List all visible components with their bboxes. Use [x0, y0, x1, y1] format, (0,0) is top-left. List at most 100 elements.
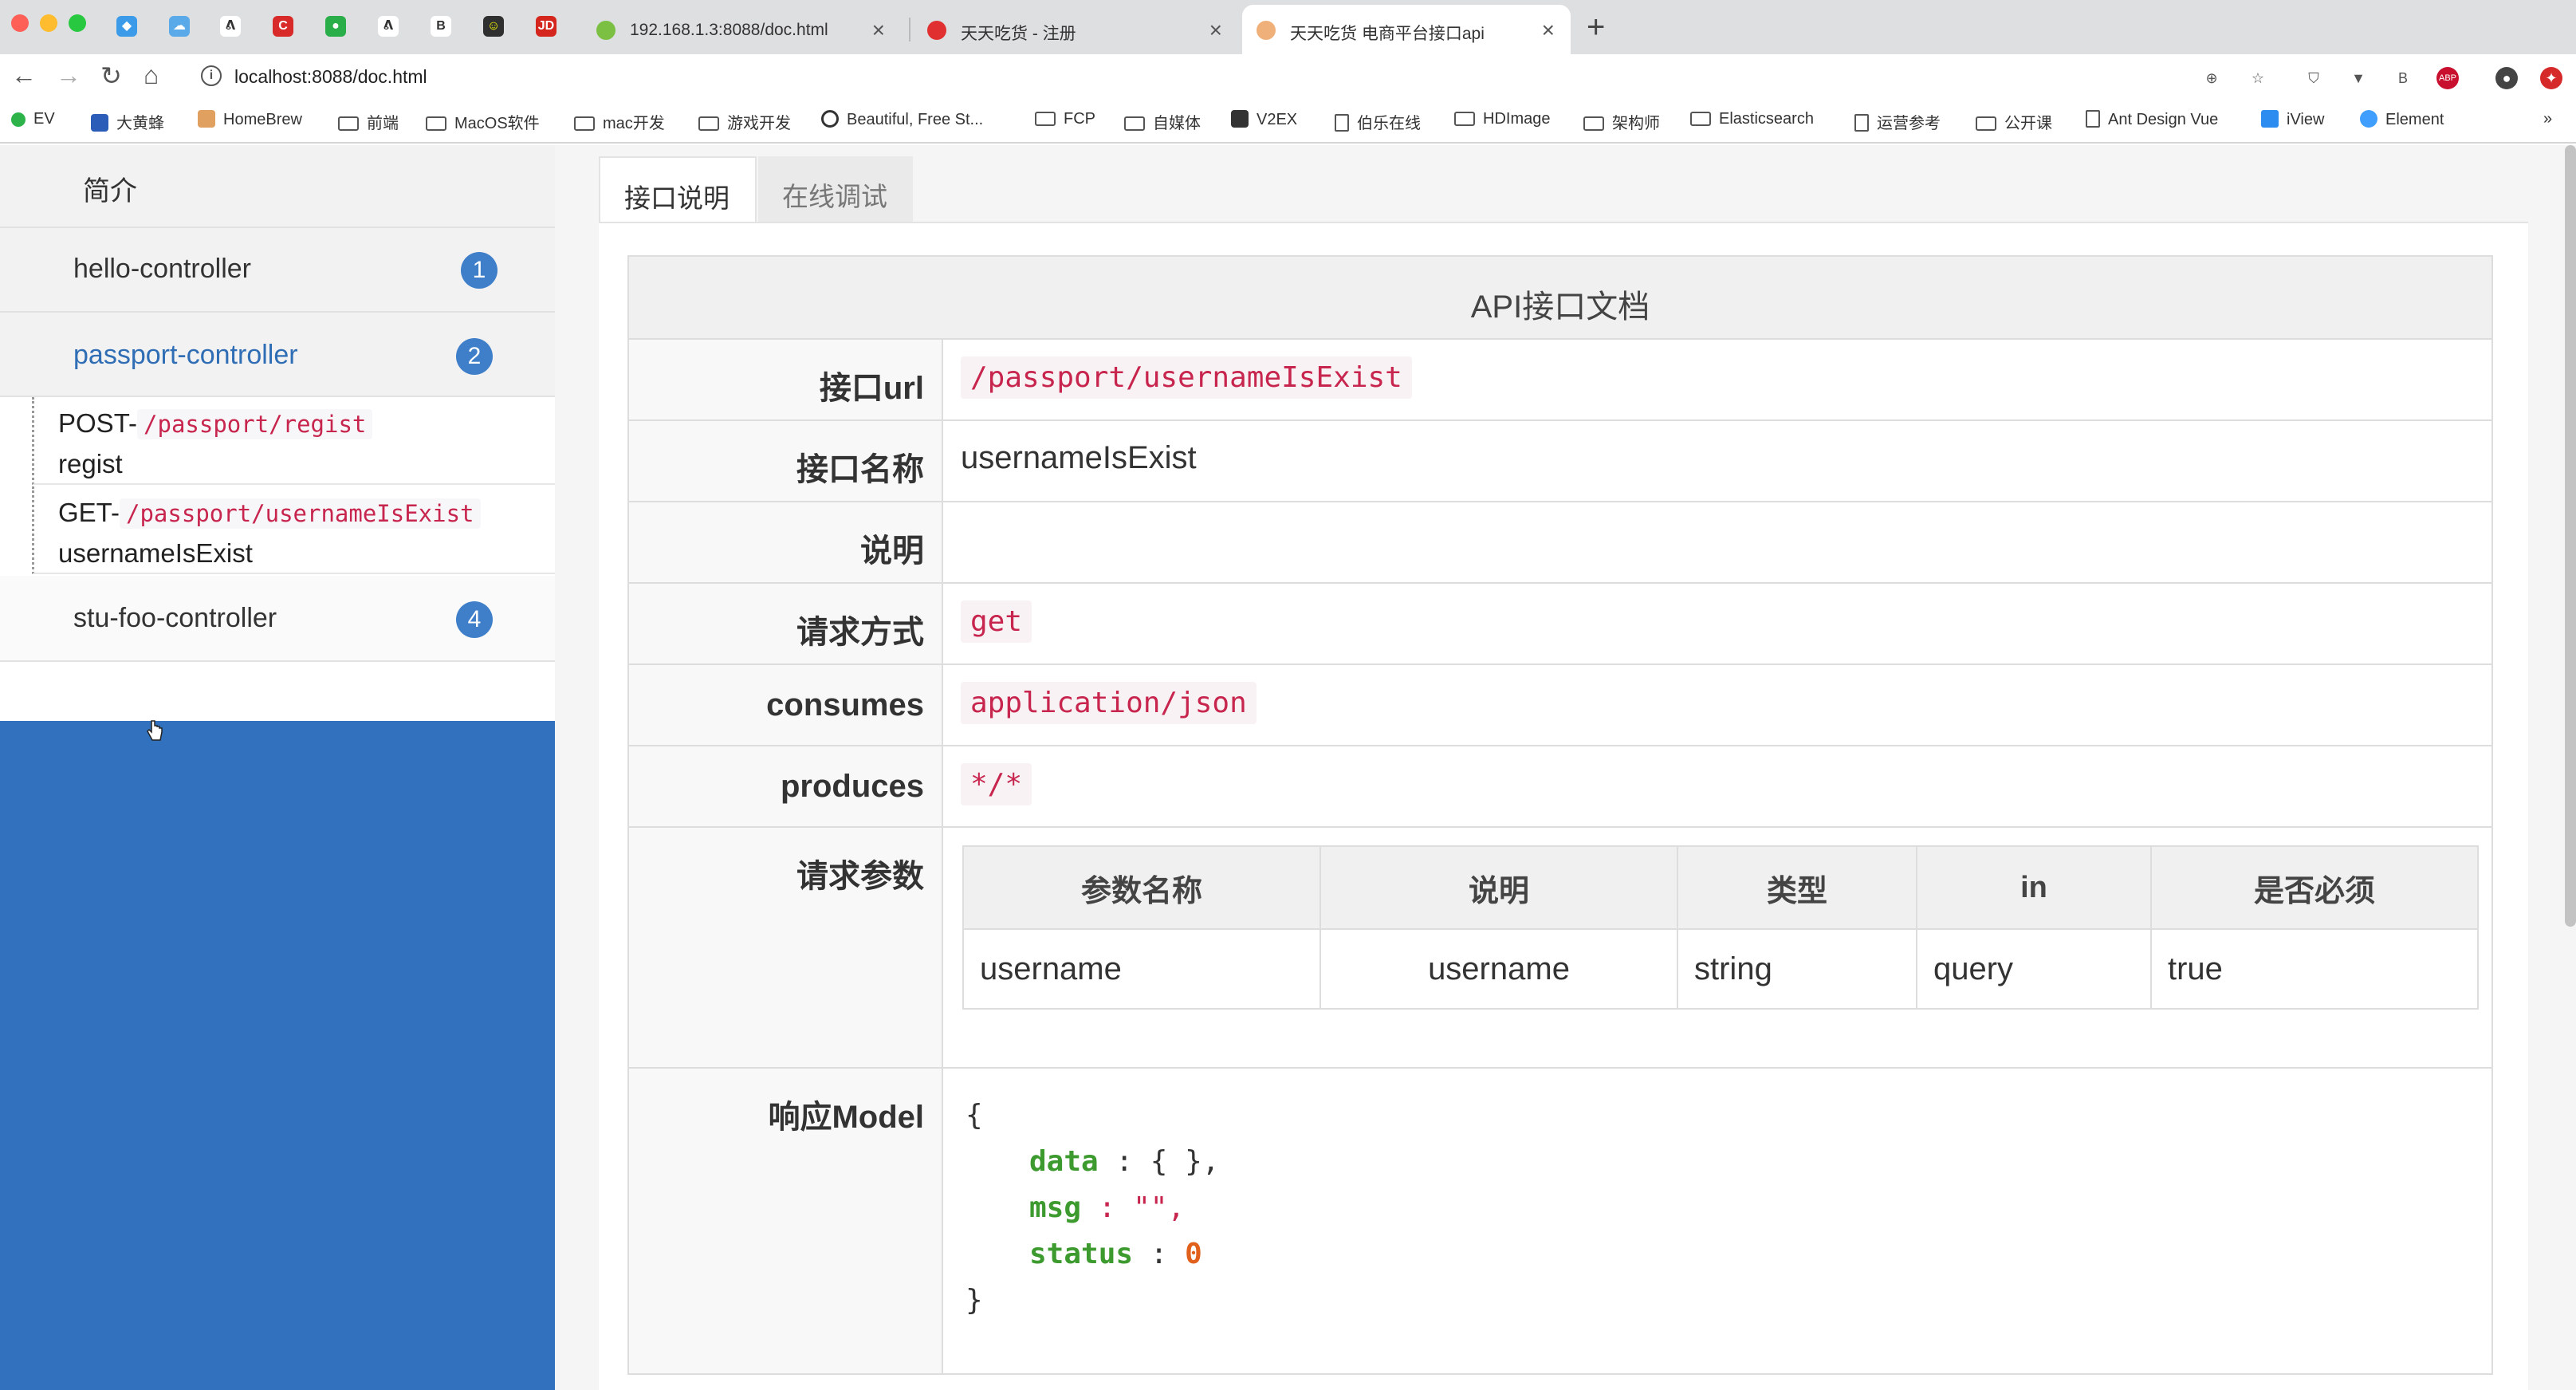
hand-cursor-icon	[147, 720, 163, 741]
bookmarks-more-button[interactable]: »	[2543, 110, 2552, 128]
sidebar-item-label: 简介	[83, 176, 137, 207]
bookmarks-bar: EV 大黄蜂 HomeBrew 前端 MacOS软件 mac开发 游戏开发 Be…	[0, 99, 2576, 144]
pinned-tab-icon[interactable]: ᕕ	[220, 16, 241, 37]
sidebar-endpoint-regist[interactable]: POST-/passport/regist regist	[32, 397, 555, 485]
pinned-tab-icon[interactable]: B	[431, 16, 451, 37]
scrollbar[interactable]	[2565, 145, 2576, 927]
bookmark-folder[interactable]: 公开课	[1976, 110, 2052, 133]
pinned-tab-icon[interactable]: C	[273, 16, 293, 37]
pinned-tab-icon[interactable]: ◆	[116, 16, 137, 37]
sidebar-item-label: passport-controller	[73, 340, 298, 370]
minimize-window-button[interactable]	[40, 14, 57, 32]
sidebar-item-intro[interactable]: 简介	[0, 145, 555, 228]
tab-api-description[interactable]: 接口说明	[599, 156, 757, 222]
pinned-tab-icon[interactable]: ☁	[169, 16, 190, 37]
doc-title: API接口文档	[629, 257, 2491, 340]
row-description: 说明	[629, 502, 2491, 584]
bookmark-folder[interactable]: HDImage	[1454, 110, 1550, 128]
params-table: 参数名称 说明 类型 in 是否必须 username username str…	[962, 845, 2479, 1010]
bookmark[interactable]: iView	[2261, 110, 2324, 129]
table-row: username username string query true	[962, 928, 2479, 1010]
response-model-json: { data : { }, msg : "", status : 0 }	[966, 1099, 1220, 1317]
sidebar-item-passport-controller[interactable]: passport-controller 2	[0, 313, 555, 397]
extension-icon[interactable]: ▼	[2347, 67, 2370, 89]
sidebar-item-label: hello-controller	[73, 254, 251, 284]
bookmark[interactable]: Element	[2360, 110, 2444, 129]
row-label: 请求方式	[629, 584, 943, 663]
bookmark-folder[interactable]: 前端	[338, 110, 399, 133]
star-icon[interactable]: ☆	[2247, 67, 2269, 89]
bookmark-folder[interactable]: Elasticsearch	[1690, 110, 1814, 128]
pinned-tab-icon[interactable]: JD	[536, 16, 556, 37]
bookmark-folder[interactable]: MacOS软件	[426, 110, 540, 133]
leaf-icon	[596, 21, 615, 40]
shield-icon[interactable]: ⛉	[2303, 67, 2325, 89]
browser-tab-active[interactable]: 天天吃货 电商平台接口api ×	[1242, 5, 1571, 54]
site-icon	[1257, 21, 1276, 40]
row-name: 接口名称 usernameIsExist	[629, 421, 2491, 502]
address-bar[interactable]: i localhost:8088/doc.html	[201, 61, 2274, 93]
sidebar-item-hello-controller[interactable]: hello-controller 1	[0, 228, 555, 313]
column-header: 说明	[1319, 845, 1678, 930]
close-tab-icon[interactable]: ×	[1542, 18, 1555, 43]
adblock-icon[interactable]: ABP	[2436, 67, 2459, 89]
forward-button[interactable]: →	[56, 61, 81, 90]
http-method: POST-	[58, 408, 138, 438]
sidebar-item-stu-foo-controller[interactable]: stu-foo-controller 4	[0, 576, 555, 662]
close-window-button[interactable]	[11, 14, 29, 32]
bookmark-folder[interactable]: 架构师	[1583, 110, 1660, 133]
pinned-tab-icon[interactable]: ᕕ	[378, 16, 399, 37]
back-button[interactable]: ←	[11, 61, 37, 90]
sidebar-endpoint-username-is-exist[interactable]: GET-/passport/usernameIsExist usernameIs…	[32, 486, 555, 574]
bookmark[interactable]: Ant Design Vue	[2086, 110, 2218, 129]
zoom-icon[interactable]: ⊕	[2200, 67, 2223, 89]
bookmark[interactable]: HomeBrew	[198, 110, 302, 129]
params-header-row: 参数名称 说明 类型 in 是否必须	[962, 845, 2479, 930]
row-label: 请求参数	[629, 828, 943, 1067]
pinned-tab-icon[interactable]: ●	[325, 16, 346, 37]
endpoint-name: regist	[58, 449, 123, 478]
bookmark[interactable]: 运营参考	[1854, 110, 1941, 133]
page: 简介 hello-controller 1 passport-controlle…	[0, 145, 2576, 1390]
table-cell: username	[1319, 928, 1678, 1010]
browser-toolbar: ← → ↻ ⌂ i localhost:8088/doc.html ⊕ ☆ ⛉ …	[0, 54, 2576, 99]
profile-icon[interactable]: ●	[2495, 67, 2518, 89]
bookmark[interactable]: Beautiful, Free St...	[821, 110, 983, 129]
table-cell: query	[1916, 928, 2152, 1010]
row-label: consumes	[629, 665, 943, 745]
reload-button[interactable]: ↻	[100, 61, 122, 91]
endpoint-path: /passport/regist	[137, 409, 373, 439]
maximize-window-button[interactable]	[69, 14, 86, 32]
bookmark[interactable]: EV	[11, 110, 55, 128]
info-icon[interactable]: i	[201, 65, 222, 86]
bookmark[interactable]: V2EX	[1231, 110, 1297, 129]
method-value: get	[961, 600, 1032, 643]
browser-tab[interactable]: 192.168.1.3:8088/doc.html ×	[582, 5, 901, 54]
bookmark[interactable]: 伯乐在线	[1335, 110, 1421, 133]
close-tab-icon[interactable]: ×	[1209, 18, 1222, 43]
extension-icon[interactable]: ✦	[2540, 67, 2562, 89]
name-value: usernameIsExist	[961, 440, 1197, 475]
bookmark-folder[interactable]: FCP	[1035, 110, 1095, 128]
home-button[interactable]: ⌂	[144, 61, 159, 90]
row-label: 接口名称	[629, 421, 943, 501]
row-consumes: consumes application/json	[629, 665, 2491, 746]
bookmark[interactable]: 大黄蜂	[91, 110, 164, 133]
pinned-tab-icon[interactable]: ☺	[483, 16, 504, 37]
row-produces: produces */*	[629, 746, 2491, 828]
browser-tab[interactable]: 天天吃货 - 注册 ×	[913, 5, 1238, 54]
extension-icon[interactable]: B	[2392, 67, 2414, 89]
bookmark-folder[interactable]: 游戏开发	[698, 110, 791, 133]
tab-title: 天天吃货 - 注册	[961, 25, 1076, 43]
tab-online-debug[interactable]: 在线调试	[758, 156, 913, 222]
main-content: 接口说明 在线调试 API接口文档 接口url /passport/userna…	[555, 145, 2576, 1390]
json-key: msg	[1029, 1191, 1082, 1224]
bookmark-folder[interactable]: 自媒体	[1124, 110, 1201, 133]
new-tab-button[interactable]: +	[1587, 10, 1605, 45]
table-cell: string	[1677, 928, 1917, 1010]
table-cell: username	[962, 928, 1321, 1010]
column-header: in	[1916, 845, 2152, 930]
bookmark-folder[interactable]: mac开发	[574, 110, 665, 133]
close-tab-icon[interactable]: ×	[872, 18, 885, 43]
consumes-value: application/json	[961, 682, 1257, 724]
